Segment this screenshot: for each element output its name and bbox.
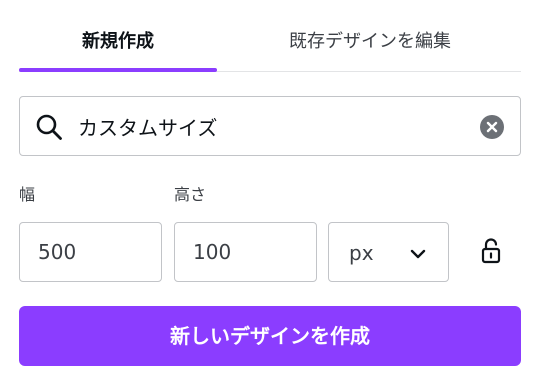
height-field[interactable] <box>174 222 317 282</box>
clear-search-button[interactable] <box>480 115 504 139</box>
aspect-ratio-lock-button[interactable] <box>478 237 504 265</box>
tab-new-design[interactable]: 新規作成 <box>19 28 217 56</box>
tab-new-design-label: 新規作成 <box>82 31 154 52</box>
width-field[interactable] <box>19 222 162 282</box>
width-input[interactable] <box>38 235 148 269</box>
height-label: 高さ <box>174 185 207 204</box>
search-box[interactable] <box>19 96 521 156</box>
search-icon <box>36 114 62 140</box>
create-new-design-button[interactable]: 新しいデザインを作成 <box>19 306 521 366</box>
width-label: 幅 <box>19 185 36 204</box>
custom-size-panel: 新規作成 既存デザインを編集 幅 高さ px <box>0 0 541 384</box>
tab-edit-existing-design[interactable]: 既存デザインを編集 <box>248 28 492 56</box>
unlocked-icon <box>481 238 501 264</box>
unit-select[interactable]: px <box>328 222 449 282</box>
tab-edit-existing-design-label: 既存デザインを編集 <box>289 31 451 52</box>
height-input[interactable] <box>193 235 303 269</box>
clear-icon <box>486 121 498 133</box>
active-tab-indicator <box>19 68 217 72</box>
search-input[interactable] <box>78 109 458 143</box>
unit-value: px <box>349 241 374 265</box>
create-new-design-label: 新しいデザインを作成 <box>170 324 370 348</box>
chevron-down-icon <box>410 249 426 259</box>
